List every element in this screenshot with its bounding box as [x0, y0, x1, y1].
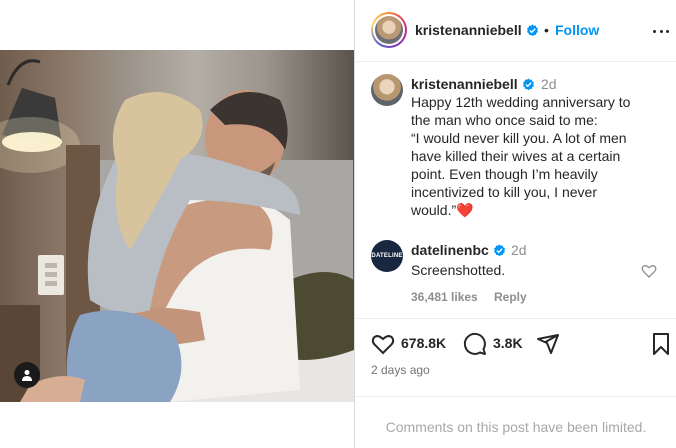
share-icon[interactable] — [536, 332, 560, 356]
verified-badge-icon — [526, 24, 538, 37]
comment-icon[interactable] — [463, 332, 487, 356]
caption-timestamp[interactable]: 2d — [541, 76, 557, 92]
reply-button[interactable]: Reply — [494, 290, 527, 304]
post-header: kristenanniebell • Follow — [355, 0, 676, 62]
post-photo[interactable] — [0, 50, 354, 402]
tagged-user-button[interactable] — [14, 362, 40, 388]
verified-badge-icon — [493, 244, 505, 257]
commenter-avatar[interactable]: DATELINE — [371, 240, 403, 272]
likes-count[interactable]: 678.8K — [401, 335, 446, 351]
author-avatar[interactable] — [371, 12, 407, 48]
comment-text: Screenshotted. — [411, 262, 506, 278]
post-details-panel: kristenanniebell • Follow kristenanniebe… — [354, 0, 676, 448]
caption-text: Happy 12th wedding anniversary to the ma… — [411, 94, 631, 218]
post-date[interactable]: 2 days ago — [371, 363, 430, 377]
comments-count[interactable]: 3.8K — [493, 335, 523, 351]
post-media-area — [0, 0, 354, 448]
author-username[interactable]: kristenanniebell — [415, 22, 539, 38]
tagged-user-icon — [22, 370, 32, 381]
comments-list: kristenanniebell 2d Happy 12th wedding a… — [355, 62, 676, 318]
caption-author-avatar[interactable] — [371, 74, 403, 106]
follow-button[interactable]: Follow — [555, 22, 599, 38]
verified-badge-icon — [522, 78, 534, 91]
comment-timestamp[interactable]: 2d — [511, 242, 527, 258]
comment-likes-count[interactable]: 36,481 likes — [411, 290, 478, 304]
commenter-username[interactable]: datelinenbc — [411, 242, 506, 258]
heart-icon[interactable] — [371, 332, 395, 356]
comment-like-heart-icon[interactable] — [641, 263, 657, 279]
post-actions-bar: 678.8K 3.8K 2 days ago — [355, 318, 676, 380]
bookmark-icon[interactable] — [649, 332, 673, 356]
header-separator: • — [544, 22, 549, 38]
comments-limited-notice: Comments on this post have been limited. — [355, 396, 676, 448]
more-options-icon[interactable] — [653, 24, 669, 38]
caption-username[interactable]: kristenanniebell — [411, 76, 535, 92]
